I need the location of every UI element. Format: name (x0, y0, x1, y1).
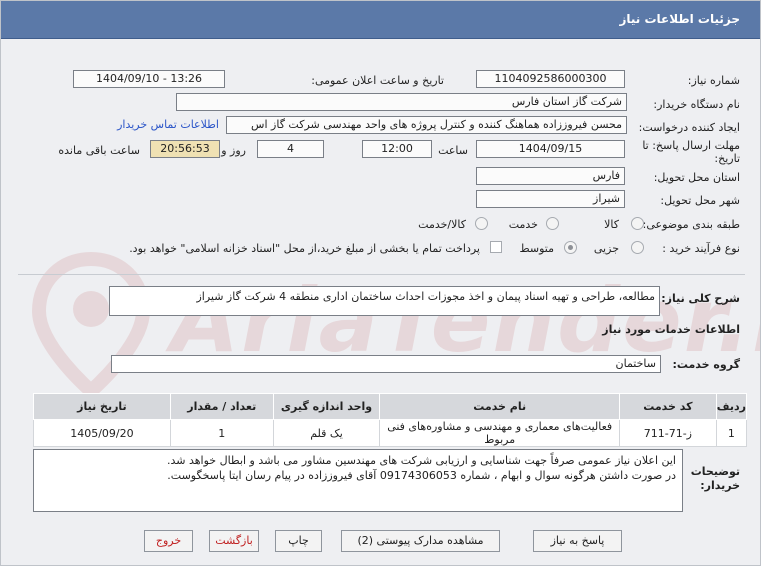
col-header-row-number: ردیف (715, 393, 748, 420)
divider (18, 274, 745, 275)
city-label: شهر محل تحویل: (660, 194, 740, 207)
announce-datetime-label: تاریخ و ساعت اعلان عمومی: (311, 74, 444, 87)
services-table: ردیف کد خدمت نام خدمت واحد اندازه گیری ت… (33, 393, 748, 447)
buyer-notes-line-1: این اعلان نیاز عمومی صرفاً جهت شناسایی و… (166, 454, 676, 467)
print-button[interactable]: چاپ (275, 530, 322, 552)
requester-label: ایجاد کننده درخواست: (638, 121, 740, 134)
deadline-time-field: 12:00 (362, 140, 432, 158)
buyer-notes-line-2: در صورت داشتن هرگونه سوال و ابهام ، شمار… (167, 469, 676, 482)
province-field: فارس (476, 167, 625, 185)
col-header-need-date: تاریخ نیاز (33, 393, 171, 420)
treasury-payment-note: پرداخت تمام یا بخشی از مبلغ خرید،از محل … (129, 242, 480, 255)
cell-service-name: فعالیت‌های معماری و مهندسی و مشاوره‌های … (379, 419, 620, 447)
category-radio-service[interactable] (546, 217, 559, 230)
summary-field: مطالعه، طراحی و تهیه اسناد پیمان و اخذ م… (109, 286, 660, 316)
col-header-quantity: تعداد / مقدار (169, 393, 274, 420)
category-option-goods-service: کالا/خدمت (418, 218, 466, 231)
buyer-contact-link[interactable]: اطلاعات تماس خریدار (117, 118, 219, 131)
col-header-service-code: کد خدمت (618, 393, 717, 420)
announce-datetime-field: 1404/09/10 - 13:26 (73, 70, 225, 88)
purchase-type-radio-medium[interactable] (564, 241, 577, 254)
buyer-notes-label-2: خریدار: (700, 479, 740, 492)
city-field: شیراز (476, 190, 625, 208)
deadline-time-label: ساعت (438, 144, 468, 157)
table-row: 1 ز-71-711 فعالیت‌های معماری و مهندسی و … (33, 419, 748, 447)
days-remaining-field: 4 (257, 140, 324, 158)
treasury-payment-checkbox[interactable] (490, 241, 502, 253)
services-section-title: اطلاعات خدمات مورد نیاز (602, 323, 740, 336)
exit-button[interactable]: خروج (144, 530, 193, 552)
service-group-label: گروه خدمت: (672, 358, 740, 371)
need-number-label: شماره نیاز: (687, 74, 740, 87)
purchase-type-radio-minor[interactable] (631, 241, 644, 254)
reply-button[interactable]: پاسخ به نیاز (533, 530, 622, 552)
purchase-type-option-medium: متوسط (519, 242, 554, 255)
deadline-date-field: 1404/09/15 (476, 140, 625, 158)
buyer-notes-field: این اعلان نیاز عمومی صرفاً جهت شناسایی و… (33, 449, 683, 512)
window-title: جزئیات اطلاعات نیاز (619, 12, 740, 26)
cell-unit: یک قلم (272, 419, 381, 447)
title-bar: جزئیات اطلاعات نیاز (1, 1, 760, 39)
requester-field: محسن فیروززاده هماهنگ کننده و کنترل پروژ… (226, 116, 627, 134)
buyer-notes-label: توضیحات (690, 465, 740, 478)
category-option-service: خدمت (508, 218, 538, 231)
purchase-type-option-minor: جزیی (593, 242, 619, 255)
table-header-row: ردیف کد خدمت نام خدمت واحد اندازه گیری ت… (33, 393, 748, 420)
cell-need-date: 1405/09/20 (33, 419, 171, 447)
days-and-label: روز و (221, 144, 246, 157)
summary-label: شرح کلی نیاز: (661, 292, 740, 305)
category-label: طبقه بندی موضوعی: (642, 218, 740, 231)
cell-service-code: ز-71-711 (618, 419, 717, 447)
category-option-goods: کالا (604, 218, 619, 231)
cell-row-number: 1 (715, 419, 748, 447)
view-attachments-button[interactable]: مشاهده مدارک پیوستی (2) (341, 530, 500, 552)
need-number-field: 1104092586000300 (476, 70, 625, 88)
buyer-org-field: شرکت گاز استان فارس (176, 93, 627, 111)
buyer-org-label: نام دستگاه خریدار: (653, 98, 740, 111)
category-radio-goods[interactable] (631, 217, 644, 230)
need-details-window: جزئیات اطلاعات نیاز AriaTender.net شماره… (0, 0, 761, 566)
purchase-type-label: نوع فرآیند خرید : (662, 242, 740, 255)
province-label: استان محل تحویل: (653, 171, 740, 184)
category-radio-goods-service[interactable] (475, 217, 488, 230)
cell-quantity: 1 (169, 419, 274, 447)
col-header-service-name: نام خدمت (379, 393, 620, 420)
col-header-unit: واحد اندازه گیری (272, 393, 381, 420)
service-group-field: ساختمان (111, 355, 661, 373)
deadline-label: مهلت ارسال پاسخ: تا (642, 139, 740, 152)
back-button[interactable]: بازگشت (209, 530, 259, 552)
remaining-time-label: ساعت باقی مانده (58, 144, 140, 157)
deadline-label-date: تاریخ: (714, 152, 740, 165)
remaining-time-field: 20:56:53 (150, 140, 220, 158)
